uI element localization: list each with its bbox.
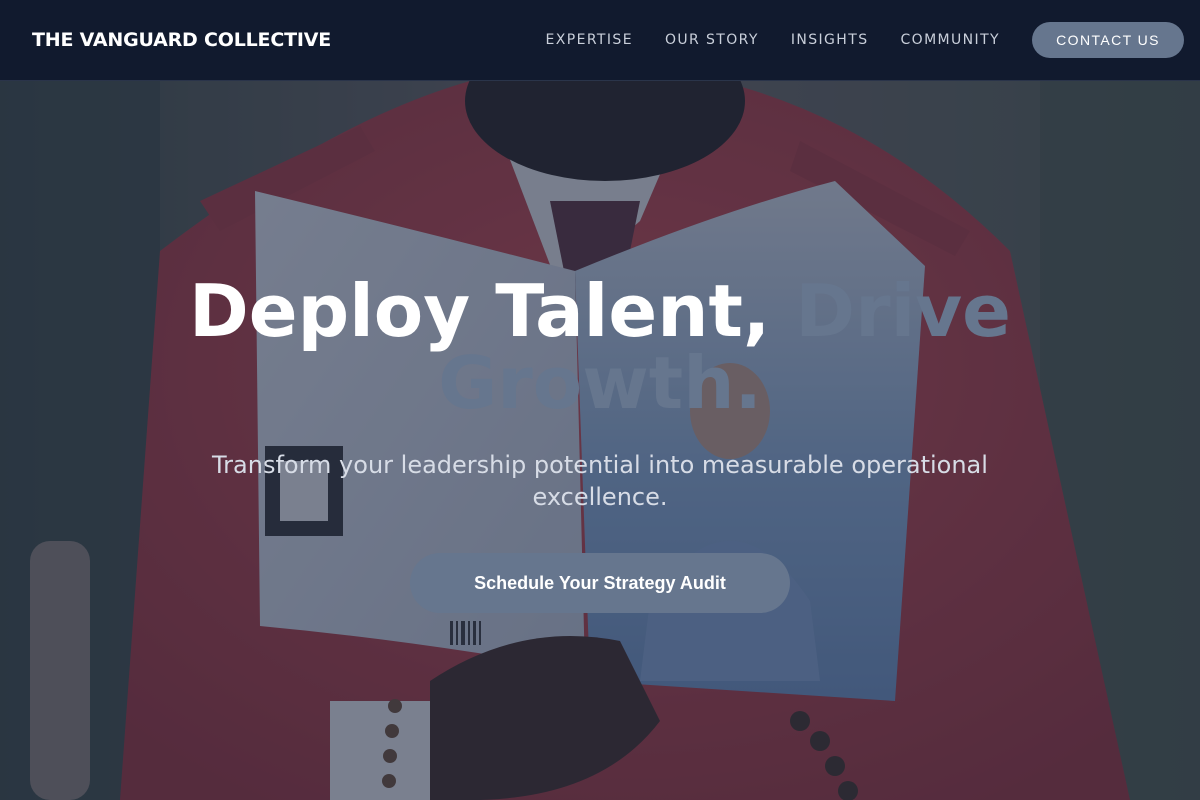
schedule-audit-button[interactable]: Schedule Your Strategy Audit: [410, 553, 790, 613]
nav-link-expertise[interactable]: EXPERTISE: [546, 32, 633, 48]
brand-logo[interactable]: THE VANGUARD COLLECTIVE: [32, 29, 331, 51]
contact-us-button[interactable]: CONTACT US: [1032, 22, 1184, 58]
hero-content: Deploy Talent, Drive Growth. Transform y…: [0, 275, 1200, 613]
nav-links: EXPERTISE OUR STORY INSIGHTS COMMUNITY C…: [546, 22, 1184, 58]
nav-link-community[interactable]: COMMUNITY: [900, 32, 1000, 48]
nav-link-our-story[interactable]: OUR STORY: [665, 32, 759, 48]
hero-subheadline: Transform your leadership potential into…: [212, 451, 988, 511]
nav-link-insights[interactable]: INSIGHTS: [791, 32, 869, 48]
hero-headline: Deploy Talent, Drive Growth.: [150, 275, 1050, 419]
hero-section: Deploy Talent, Drive Growth. Transform y…: [0, 81, 1200, 800]
top-navbar: THE VANGUARD COLLECTIVE EXPERTISE OUR ST…: [0, 0, 1200, 81]
